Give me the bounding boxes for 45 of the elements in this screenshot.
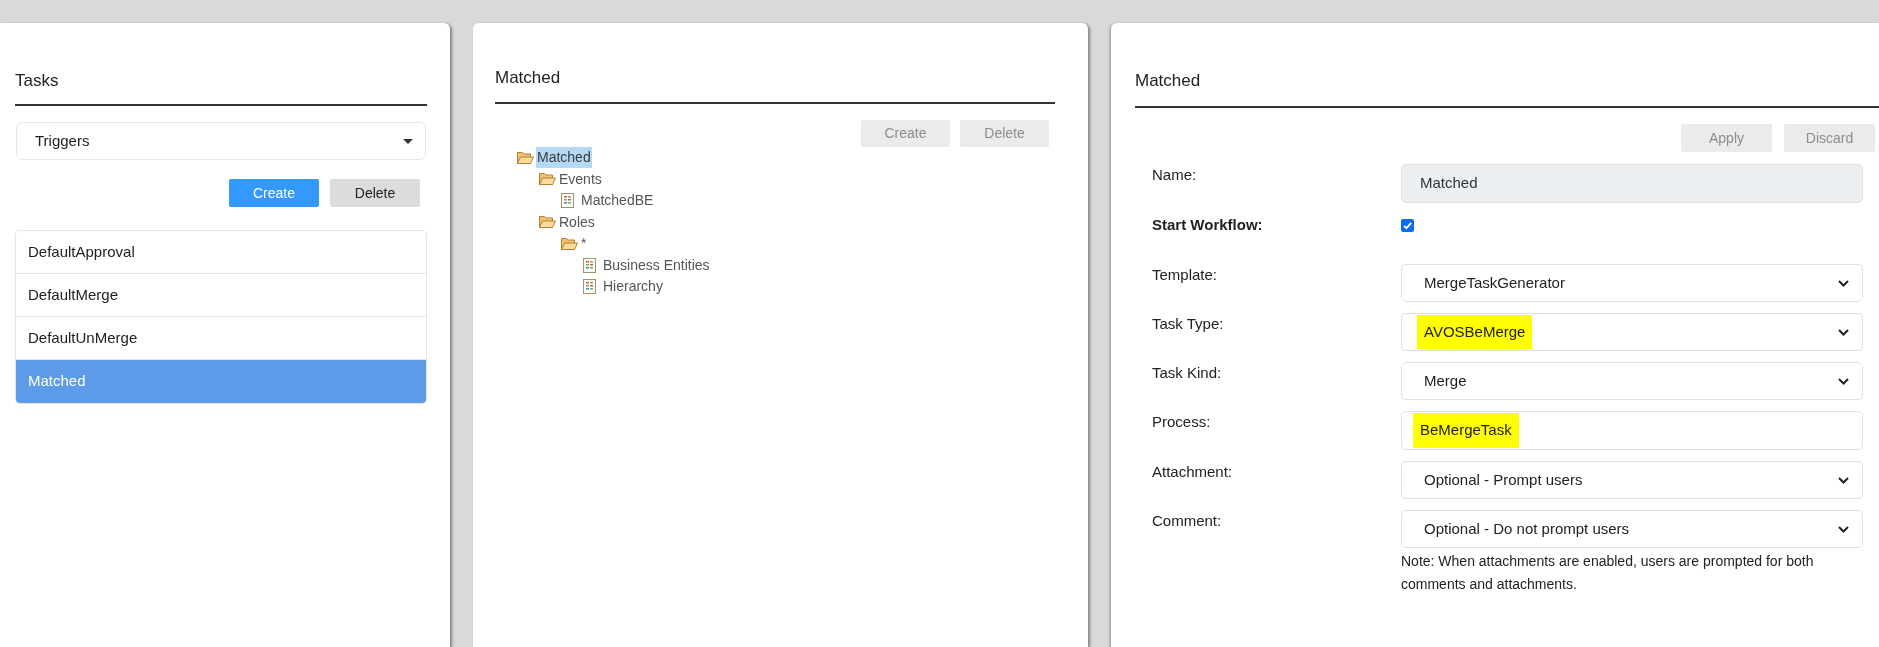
field-label: Task Kind: xyxy=(1152,363,1223,383)
chevron-down-icon xyxy=(1838,377,1849,385)
field-value: AVOSBeMerge xyxy=(1417,314,1533,350)
field-label: Start Workflow: xyxy=(1152,215,1264,235)
select-field[interactable]: Merge xyxy=(1401,362,1863,400)
select-field[interactable]: MergeTaskGenerator xyxy=(1401,264,1863,302)
field-label: Attachment: xyxy=(1152,462,1234,482)
field-label: Process: xyxy=(1152,412,1212,432)
document-icon xyxy=(583,279,596,295)
checkbox[interactable] xyxy=(1401,219,1414,232)
panel-title: Tasks xyxy=(15,70,60,92)
field-value: BeMergeTask xyxy=(1413,413,1519,448)
select-field[interactable]: Optional - Prompt users xyxy=(1401,461,1863,499)
panel-title: Matched xyxy=(495,67,562,89)
select-field[interactable]: AVOSBeMerge xyxy=(1401,313,1863,351)
chevron-down-icon xyxy=(1838,476,1849,484)
tree-item[interactable]: Hierarchy xyxy=(602,276,664,298)
field-value: MergeTaskGenerator xyxy=(1424,272,1565,293)
action-button[interactable]: Delete xyxy=(330,179,420,207)
field-value: Matched xyxy=(1420,173,1478,194)
text-field[interactable]: BeMergeTask xyxy=(1401,411,1863,450)
trigger-dropdown[interactable]: Triggers xyxy=(16,122,426,160)
chevron-down-icon xyxy=(1838,328,1849,336)
field-label: Template: xyxy=(1152,265,1219,285)
document-icon xyxy=(561,193,574,209)
tree-item[interactable]: * xyxy=(580,233,588,255)
dropdown-caret-icon xyxy=(403,138,413,144)
field-value: Optional - Do not prompt users xyxy=(1424,518,1630,539)
panel-title: Matched xyxy=(1135,70,1202,92)
select-field[interactable]: Optional - Do not prompt users xyxy=(1401,510,1863,548)
tree-item[interactable]: MatchedBE xyxy=(580,190,655,212)
tree-item[interactable]: Matched xyxy=(536,147,592,169)
task-list-item[interactable]: DefaultApproval xyxy=(16,231,426,274)
note-text: Note: When attachments are enabled, users are prompted for both comments and attachments. xyxy=(1401,552,1815,594)
document-icon xyxy=(583,257,596,273)
tree-item[interactable]: Events xyxy=(558,168,603,190)
field-label: Comment: xyxy=(1152,511,1223,531)
field-value: Merge xyxy=(1424,370,1467,391)
chevron-down-icon xyxy=(1838,279,1849,287)
tree-item[interactable]: Business Entities xyxy=(602,254,711,276)
tree-item[interactable]: Roles xyxy=(558,211,596,233)
field-label: Name: xyxy=(1152,165,1198,185)
field-label: Task Type: xyxy=(1152,314,1225,334)
field-value: Optional - Prompt users xyxy=(1424,469,1583,490)
chevron-down-icon xyxy=(1838,525,1849,533)
